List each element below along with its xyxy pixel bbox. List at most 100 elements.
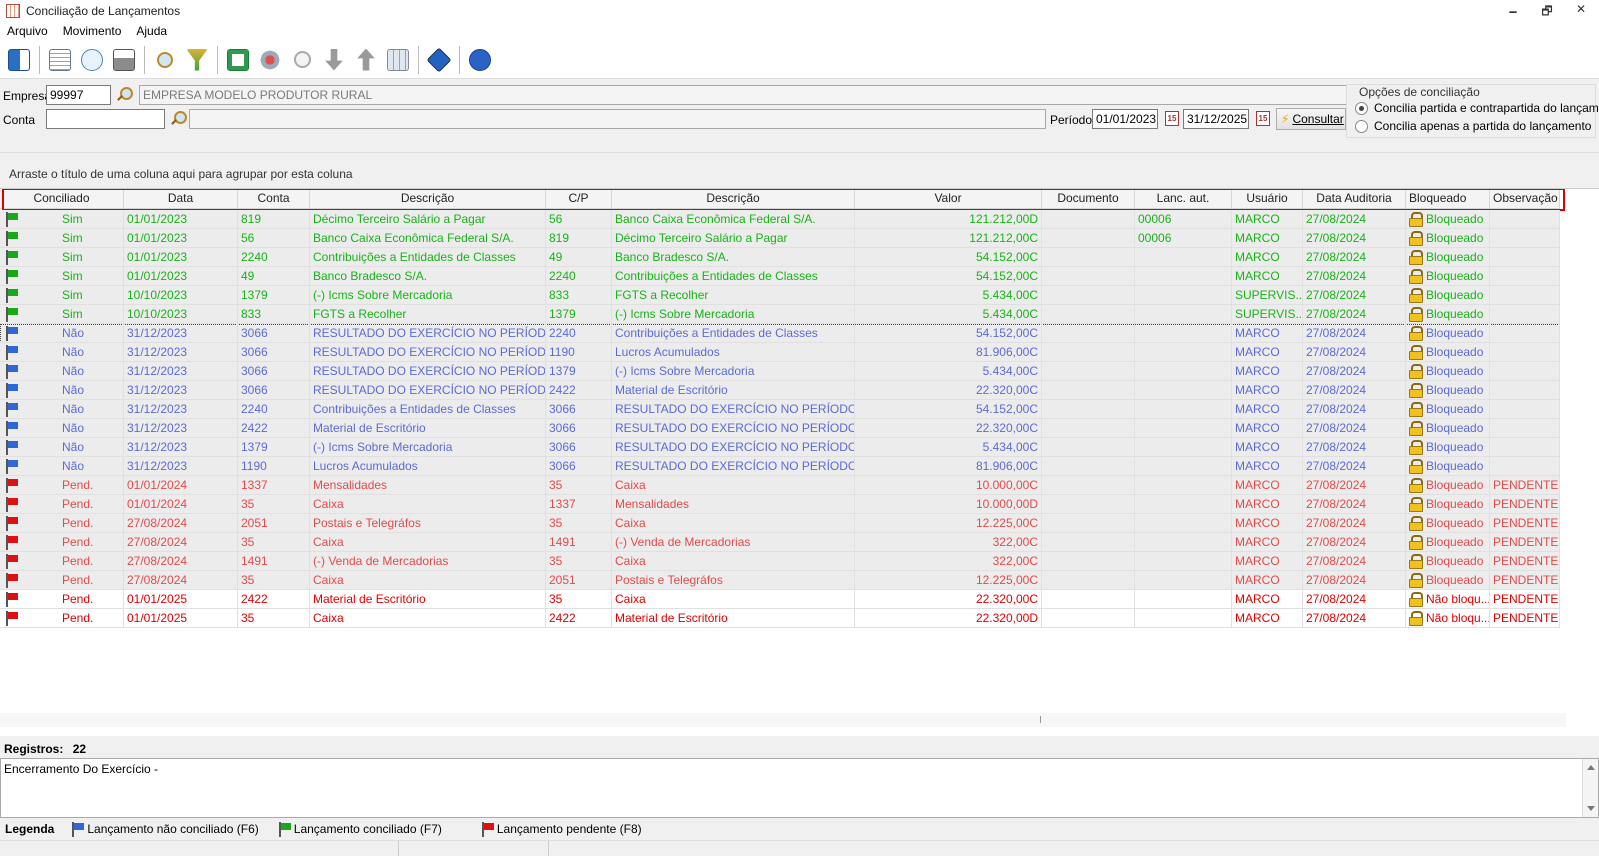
green-flag-icon[interactable]: [6, 307, 19, 322]
green-flag-icon[interactable]: [6, 250, 19, 265]
table-row[interactable]: Pend. 27/08/2024 35 Caixa 1491 (-) Venda de M…: [0, 533, 1560, 552]
search-button[interactable]: [150, 45, 180, 75]
preview-button[interactable]: [77, 45, 107, 75]
menu-arquivo[interactable]: Arquivo: [7, 24, 48, 38]
table-row[interactable]: Não 31/12/2023 1379 (-) Icms Sobre Mercador…: [0, 438, 1560, 457]
table-row[interactable]: Não 31/12/2023 3066 RESULTADO DO EXERCÍCIO …: [0, 343, 1560, 362]
info-button[interactable]: [424, 45, 454, 75]
empresa-search-icon[interactable]: [116, 87, 133, 103]
zoom-button[interactable]: [287, 45, 317, 75]
red-flag-icon[interactable]: [6, 573, 19, 588]
cell-descricao: Banco Bradesco S/A.: [310, 267, 546, 286]
header-col-data[interactable]: Data: [124, 189, 238, 209]
red-flag-icon[interactable]: [6, 478, 19, 493]
table-row[interactable]: Não 31/12/2023 1190 Lucros Acumulados 3066 RE…: [0, 457, 1560, 476]
cell-usuario: MARCO: [1232, 571, 1303, 590]
table-row[interactable]: Pend. 01/01/2025 35 Caixa 2422 Material de Es…: [0, 609, 1560, 628]
red-flag-icon[interactable]: [6, 497, 19, 512]
vertical-scrollbar[interactable]: [1582, 759, 1598, 817]
header-col-observacao[interactable]: Observação: [1490, 189, 1560, 209]
menu-ajuda[interactable]: Ajuda: [136, 24, 167, 38]
scroll-down-icon[interactable]: [1587, 806, 1595, 811]
periodo-fim-input[interactable]: 31/12/2025: [1183, 109, 1249, 129]
cell-observacao: [1490, 381, 1560, 400]
table-row[interactable]: Sim 01/01/2023 56 Banco Caixa Econômica Fed…: [0, 229, 1560, 248]
table-row[interactable]: Pend. 01/01/2025 2422 Material de Escritóri…: [0, 590, 1560, 609]
header-col-usuario[interactable]: Usuário: [1232, 189, 1303, 209]
table-row[interactable]: Sim 01/01/2023 2240 Contribuições a Entidad…: [0, 248, 1560, 267]
periodo-inicio-input[interactable]: 01/01/2023: [1092, 109, 1158, 129]
header-col-data-auditoria[interactable]: Data Auditoria: [1303, 189, 1406, 209]
cell-usuario: MARCO: [1232, 229, 1303, 248]
header-col-descricao[interactable]: Descrição: [310, 189, 546, 209]
group-by-panel[interactable]: Arraste o título de uma coluna aqui para…: [0, 152, 1599, 188]
grid-button[interactable]: [383, 45, 413, 75]
table-row[interactable]: Pend. 01/01/2024 1337 Mensalidades 35 Caixa 10…: [0, 476, 1560, 495]
header-col-cp[interactable]: C/P: [546, 189, 612, 209]
move-down-button[interactable]: [319, 45, 349, 75]
red-flag-icon[interactable]: [6, 592, 19, 607]
option-partida-contrapartida[interactable]: Concilia partida e contrapartida do lanç…: [1355, 101, 1599, 115]
red-flag-icon[interactable]: [6, 516, 19, 531]
option-apenas-partida[interactable]: Concilia apenas a partida do lançamento: [1355, 119, 1591, 133]
print-button[interactable]: [109, 45, 139, 75]
blue-flag-icon[interactable]: [6, 402, 19, 417]
table-row[interactable]: Não 31/12/2023 2240 Contribuições a Entidad…: [0, 400, 1560, 419]
move-up-button[interactable]: [351, 45, 381, 75]
table-row[interactable]: Sim 01/01/2023 49 Banco Bradesco S/A. 2240 Co…: [0, 267, 1560, 286]
blue-flag-icon[interactable]: [6, 421, 19, 436]
table-row[interactable]: Pend. 27/08/2024 2051 Postais e Telegráfos 3…: [0, 514, 1560, 533]
radio-button[interactable]: [1355, 101, 1368, 115]
horizontal-scrollbar[interactable]: [0, 713, 1566, 727]
consultar-button[interactable]: ⚡ Consultar: [1276, 108, 1346, 130]
blue-flag-icon[interactable]: [6, 383, 19, 398]
filter-button[interactable]: [182, 45, 212, 75]
blue-flag-icon[interactable]: [6, 326, 19, 341]
minimize-icon[interactable]: 🗕: [1505, 2, 1521, 23]
red-flag-icon[interactable]: [6, 611, 19, 626]
table-row[interactable]: Não 31/12/2023 2422 Material de Escritório 3…: [0, 419, 1560, 438]
green-flag-icon[interactable]: [6, 212, 19, 227]
red-flag-icon[interactable]: [6, 554, 19, 569]
green-flag-icon[interactable]: [6, 231, 19, 246]
edit-button[interactable]: [45, 45, 75, 75]
table-row[interactable]: Sim 10/10/2023 833 FGTS a Recolher 1379 (-) I…: [0, 305, 1560, 324]
table-row[interactable]: Pend. 27/08/2024 1491 (-) Venda de Mercador…: [0, 552, 1560, 571]
table-row[interactable]: Não 31/12/2023 3066 RESULTADO DO EXERCÍCIO …: [0, 381, 1560, 400]
conciliate-button[interactable]: [255, 45, 285, 75]
green-flag-icon[interactable]: [6, 269, 19, 284]
table-row[interactable]: Não 31/12/2023 3066 RESULTADO DO EXERCÍCIO …: [0, 362, 1560, 381]
radio-button[interactable]: [1355, 119, 1368, 133]
red-flag-icon[interactable]: [6, 535, 19, 550]
excel-button[interactable]: [223, 45, 253, 75]
conta-search-icon[interactable]: [170, 111, 187, 127]
header-col-bloqueado[interactable]: Bloqueado: [1406, 189, 1490, 209]
restore-icon[interactable]: 🗗: [1539, 2, 1555, 23]
empresa-code-input[interactable]: 99997: [46, 85, 111, 105]
table-row[interactable]: Pend. 01/01/2024 35 Caixa 1337 Mensalidades 10…: [0, 495, 1560, 514]
conta-code-input[interactable]: [46, 109, 165, 129]
header-col-lanc-aut[interactable]: Lanc. aut.: [1135, 189, 1232, 209]
exit-button[interactable]: [4, 45, 34, 75]
table-row[interactable]: Não 31/12/2023 3066 RESULTADO DO EXERCÍCIO …: [0, 324, 1560, 343]
green-flag-icon[interactable]: [6, 288, 19, 303]
table-row[interactable]: Sim 10/10/2023 1379 (-) Icms Sobre Mercador…: [0, 286, 1560, 305]
table-row[interactable]: Sim 01/01/2023 819 Décimo Terceiro Salário …: [0, 210, 1560, 229]
blue-flag-icon[interactable]: [6, 459, 19, 474]
calendar-icon[interactable]: 15: [1256, 111, 1270, 126]
menu-movimento[interactable]: Movimento: [63, 24, 122, 38]
header-col-valor[interactable]: Valor: [855, 189, 1042, 209]
help-button[interactable]: [465, 45, 495, 75]
table-row[interactable]: Pend. 27/08/2024 35 Caixa 2051 Postais e Tele…: [0, 571, 1560, 590]
calendar-icon[interactable]: 15: [1165, 111, 1179, 126]
blue-flag-icon[interactable]: [6, 345, 19, 360]
header-col-documento[interactable]: Documento: [1042, 189, 1135, 209]
history-memo[interactable]: Encerramento Do Exercício -: [0, 758, 1599, 818]
close-icon[interactable]: ✕: [1573, 2, 1589, 23]
blue-flag-icon[interactable]: [6, 440, 19, 455]
scroll-up-icon[interactable]: [1587, 765, 1595, 770]
header-col-descricao-cp[interactable]: Descrição: [612, 189, 855, 209]
header-col-conciliado[interactable]: Conciliado: [0, 189, 124, 209]
blue-flag-icon[interactable]: [6, 364, 19, 379]
header-col-conta[interactable]: Conta: [238, 189, 310, 209]
